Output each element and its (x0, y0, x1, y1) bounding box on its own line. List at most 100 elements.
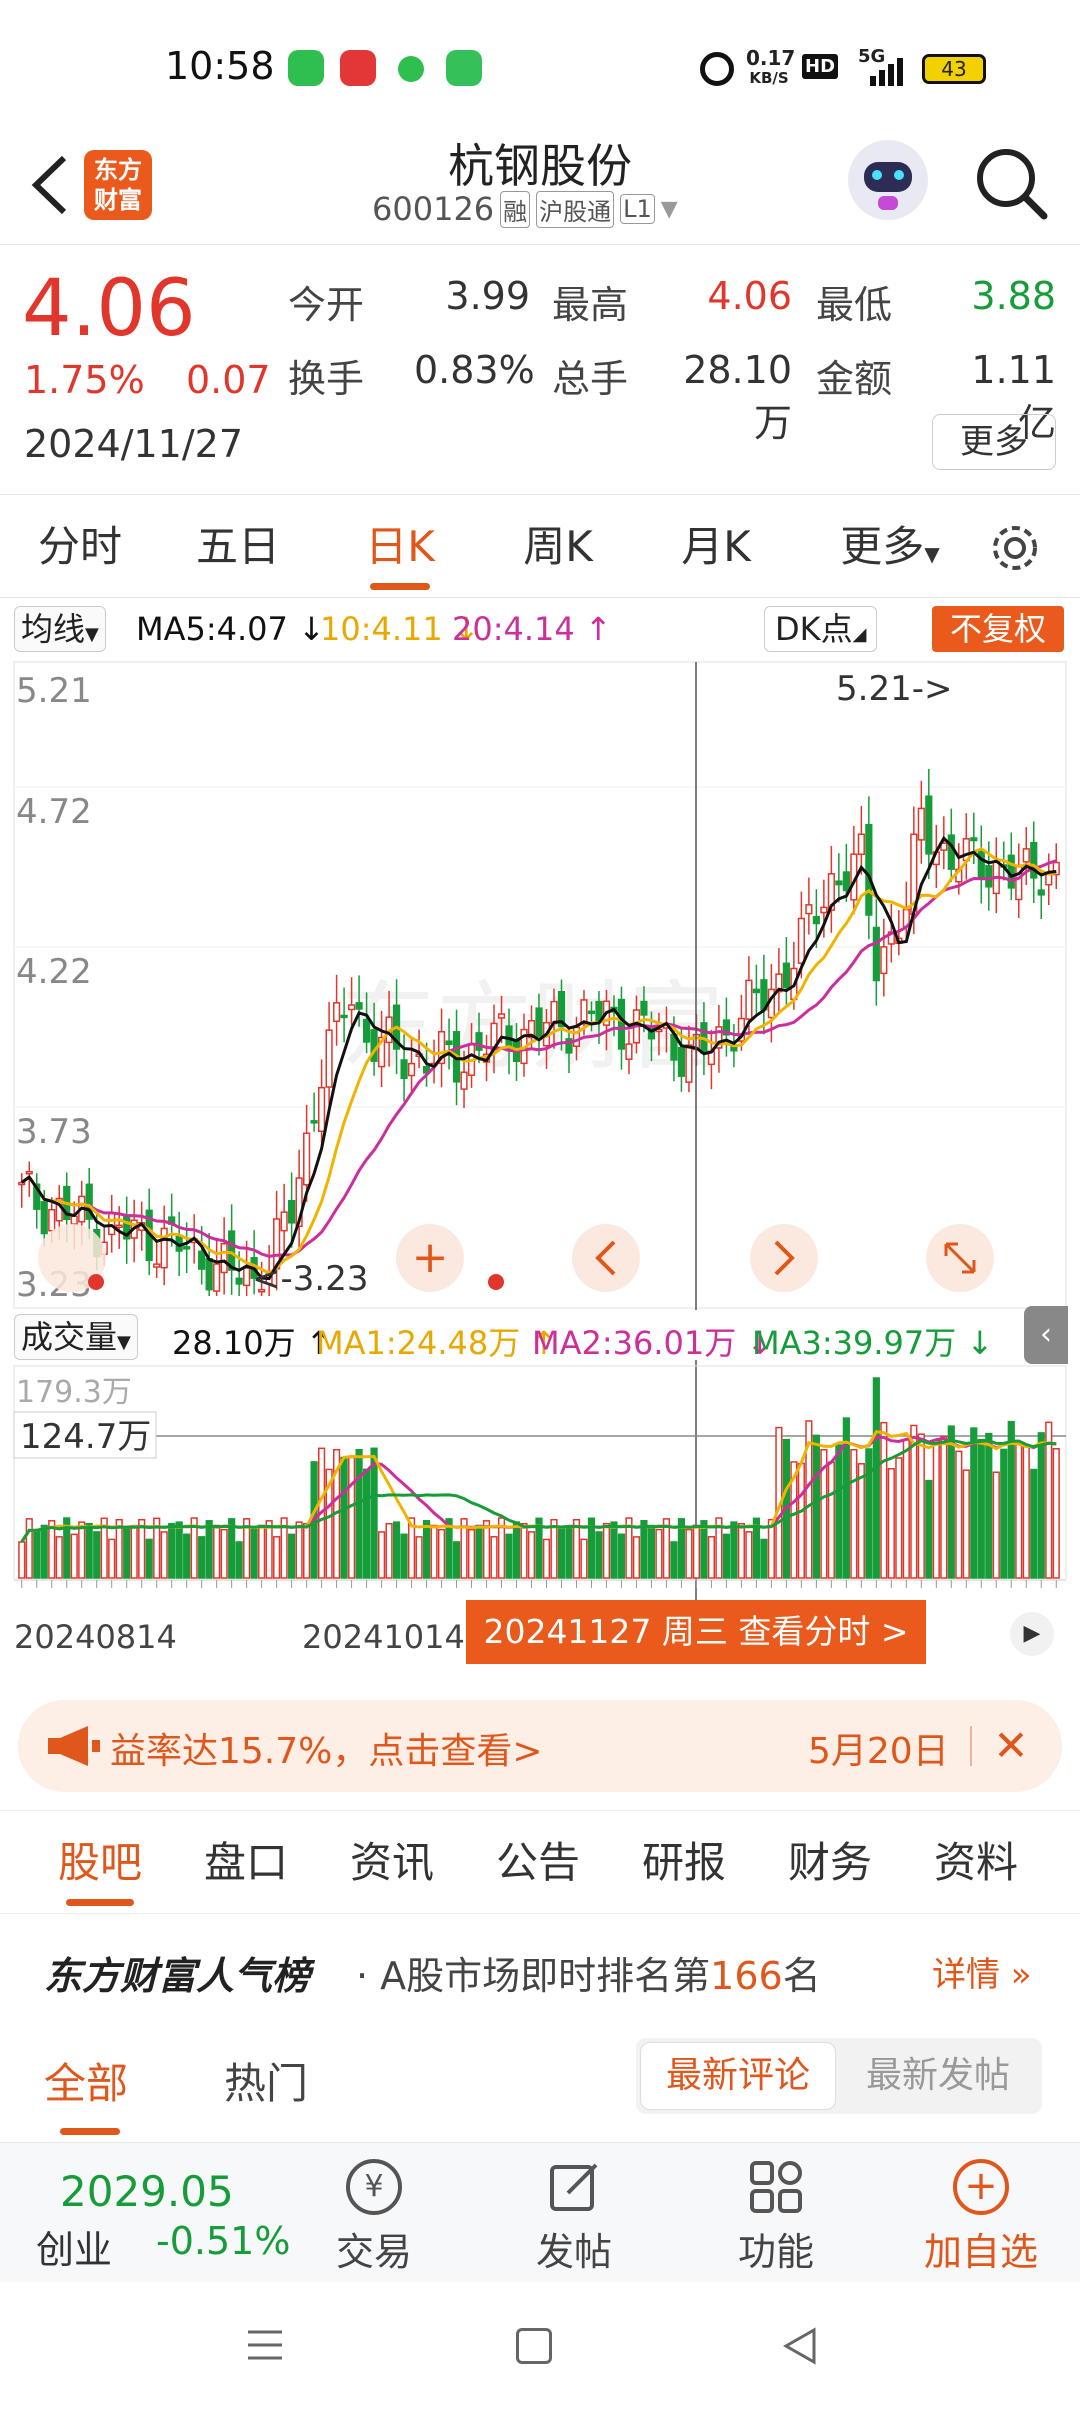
candle-body (280, 1211, 288, 1232)
rank-detail-link[interactable]: 详情 » (932, 1947, 1032, 1996)
index-ticker[interactable]: 2029.05 创业 -0.51% (24, 2153, 290, 2273)
volume-bar (902, 1439, 910, 1579)
dk-point-button[interactable]: DK点◢ (764, 606, 878, 652)
sort-latest-post[interactable]: 最新发帖 (840, 2042, 1036, 2110)
volume-bar (70, 1533, 78, 1579)
tab-announcements[interactable]: 公告 (478, 1811, 598, 1915)
view-intraday-button[interactable]: 20241127 周三 查看分时 > (466, 1600, 926, 1664)
dk-point-label: DK点 (775, 610, 853, 648)
candle-body (880, 946, 888, 975)
home-nav-icon[interactable] (516, 2328, 552, 2364)
tab-weekly-k[interactable]: 周K (498, 495, 618, 599)
volume-bar (220, 1528, 228, 1579)
value-low: 3.88 (971, 274, 1056, 318)
ma-selector-label: 均线 (21, 610, 86, 648)
trade-button[interactable]: ¥ 交易 (318, 2153, 430, 2274)
double-chevron-icon: » (1000, 1955, 1032, 1995)
tab-monthly-k[interactable]: 月K (656, 495, 776, 599)
tab-research[interactable]: 研报 (624, 1811, 744, 1915)
yen-circle-icon: ¥ (346, 2159, 402, 2215)
volume-axis-top: 179.3万 (16, 1375, 132, 1410)
subtab-all[interactable]: 全部 (44, 2050, 128, 2111)
settings-gear-icon[interactable] (988, 521, 1042, 575)
volume-bar (400, 1533, 408, 1579)
volume-bar (1015, 1442, 1023, 1579)
volume-bar (33, 1528, 41, 1579)
promo-banner[interactable]: 益率达15.7%，点击查看> 5月20日 ✕ (18, 1700, 1062, 1792)
rank-detail-label: 详情 (932, 1955, 1000, 1995)
tab-five-day[interactable]: 五日 (178, 495, 298, 599)
value-volume: 28.10万 (683, 348, 792, 445)
side-panel-toggle[interactable]: ‹ (1024, 1306, 1068, 1364)
volume-bar (617, 1533, 626, 1579)
volume-bar (512, 1521, 521, 1579)
sort-latest-comment[interactable]: 最新评论 (640, 2042, 836, 2110)
post-button[interactable]: 发帖 (518, 2153, 630, 2274)
date-mid-label: 20241014 (302, 1618, 465, 1656)
volume-bar (880, 1421, 888, 1579)
candle-body (745, 979, 753, 1020)
label-open: 今开 (288, 283, 365, 327)
candle-body (318, 1086, 326, 1132)
search-icon[interactable] (972, 144, 1052, 224)
vol-ma1-label: MA1:24.48万 (316, 1324, 521, 1362)
adjust-mode-button[interactable]: 不复权 (932, 606, 1064, 652)
candle-body (243, 1267, 251, 1287)
volume-bar (670, 1541, 678, 1579)
candle-body (347, 1004, 356, 1011)
tab-profile[interactable]: 资料 (916, 1811, 1036, 1915)
tab-more[interactable]: 更多▼ (820, 495, 960, 599)
tab-finance[interactable]: 财务 (770, 1811, 890, 1915)
next-button[interactable] (750, 1224, 818, 1292)
candle-body (1037, 889, 1045, 896)
tab-more-label: 更多 (840, 522, 925, 571)
date-start-label: 20240814 (14, 1618, 177, 1656)
more-quote-button[interactable]: 更多 (932, 414, 1056, 470)
volume-bar (250, 1528, 258, 1579)
volume-bar (910, 1424, 918, 1579)
volume-selector[interactable]: 成交量▼ (14, 1314, 138, 1360)
date-axis-ticks (21, 1580, 1057, 1588)
play-forward-icon[interactable]: ▶ (1010, 1612, 1054, 1656)
dropdown-caret-icon[interactable]: ▼ (661, 197, 678, 222)
tab-news[interactable]: 资讯 (332, 1811, 452, 1915)
volume-bar (505, 1533, 513, 1579)
candle-body (407, 1062, 416, 1077)
menu-nav-icon[interactable] (246, 2326, 284, 2364)
back-nav-icon[interactable] (780, 2326, 820, 2366)
volume-bar (160, 1531, 168, 1579)
shop-app-icon (446, 50, 482, 86)
candle-body (497, 1013, 506, 1019)
edit-icon (546, 2159, 602, 2215)
volume-bar (265, 1520, 273, 1579)
volume-bar (640, 1520, 648, 1579)
volume-bar (482, 1520, 491, 1579)
volume-bar (595, 1531, 603, 1579)
price-axis-label: 4.22 (16, 952, 92, 992)
volume-bar (550, 1518, 558, 1579)
volume-bar (25, 1518, 33, 1579)
candle-body (303, 1132, 311, 1186)
volume-bar (347, 1456, 356, 1579)
quote-panel: 4.06 1.75% 0.07 2024/11/27 今开 3.99 最高 4.… (0, 246, 1080, 494)
volume-bar (1022, 1445, 1030, 1579)
volume-bar (565, 1526, 573, 1579)
close-icon[interactable]: ✕ (986, 1718, 1036, 1774)
function-button[interactable]: 功能 (720, 2153, 832, 2274)
hd-icon: HD (802, 54, 839, 79)
tab-intraday[interactable]: 分时 (20, 495, 140, 599)
kline-svg[interactable]: 东方财富 5.21 4.72 4.22 3.73 3.23 5.21-> <-3… (0, 660, 1080, 1680)
ma-selector[interactable]: 均线▼ (14, 606, 106, 652)
subtab-hot[interactable]: 热门 (224, 2050, 308, 2111)
volume-selector-label: 成交量 (21, 1318, 118, 1356)
robot-assistant-icon[interactable] (848, 140, 928, 220)
prev-button[interactable] (572, 1224, 640, 1292)
volume-bar (273, 1536, 281, 1579)
tab-pankou[interactable]: 盘口 (186, 1811, 306, 1915)
banner-text: 益率达15.7%，点击查看> (110, 1731, 543, 1772)
add-watchlist-button[interactable]: + 加自选 (906, 2153, 1056, 2274)
popularity-rank-row[interactable]: 东方财富人气榜 · A股市场即时排名第166名 详情 » (0, 1915, 1080, 2020)
candle-body (985, 865, 993, 888)
volume-bar (437, 1528, 446, 1579)
volume-bar (452, 1541, 461, 1579)
